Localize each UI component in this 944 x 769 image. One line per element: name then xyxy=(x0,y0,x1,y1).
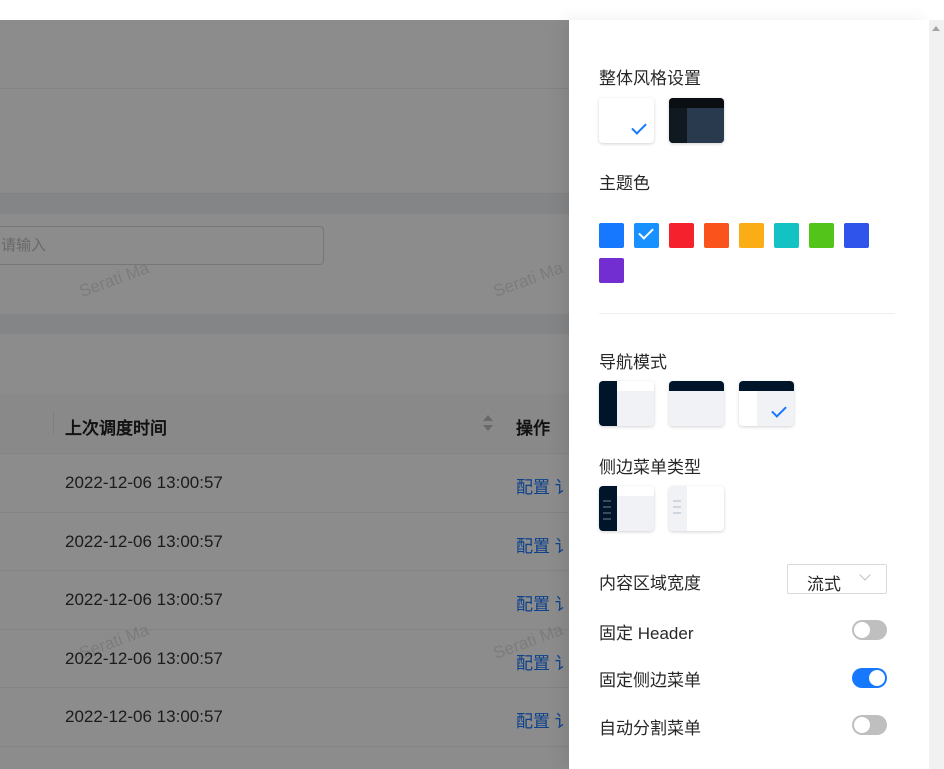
content-width-label: 内容区域宽度 xyxy=(599,574,701,593)
fixed-side-menu-label: 固定侧边菜单 xyxy=(599,671,701,690)
settings-drawer: 整体风格设置 主题色 导航模式 侧边菜单类型 内容区域宽度 流式 固定 Head… xyxy=(569,20,929,769)
content-width-value: 流式 xyxy=(807,575,841,594)
theme-color-swatch[interactable] xyxy=(774,223,799,248)
nav-mode-top-card[interactable] xyxy=(669,381,724,426)
style-dark-card[interactable] xyxy=(669,98,724,143)
check-icon xyxy=(771,402,787,418)
style-light-card[interactable] xyxy=(599,98,654,143)
auto-split-menu-switch[interactable] xyxy=(852,715,887,735)
theme-color-swatch[interactable] xyxy=(844,223,869,248)
vertical-scrollbar[interactable] xyxy=(929,20,944,769)
overall-style-title: 整体风格设置 xyxy=(599,69,701,88)
divider xyxy=(599,313,895,314)
fixed-header-switch[interactable] xyxy=(852,620,887,640)
theme-color-title: 主题色 xyxy=(599,174,650,193)
browser-top-strip xyxy=(0,0,944,20)
check-icon xyxy=(631,119,647,135)
theme-color-swatch[interactable] xyxy=(809,223,834,248)
content-width-select[interactable]: 流式 xyxy=(787,564,887,594)
theme-color-swatch[interactable] xyxy=(599,223,624,248)
drawer-mask[interactable] xyxy=(0,20,569,769)
theme-color-swatch[interactable] xyxy=(599,258,624,283)
nav-mode-title: 导航模式 xyxy=(599,353,667,372)
theme-color-swatch[interactable] xyxy=(669,223,694,248)
theme-color-swatch[interactable] xyxy=(739,223,764,248)
theme-color-swatch-selected[interactable] xyxy=(634,223,659,248)
fixed-side-menu-switch[interactable] xyxy=(852,668,887,688)
nav-mode-mix-card[interactable] xyxy=(739,381,794,426)
fixed-header-label: 固定 Header xyxy=(599,624,694,643)
check-icon xyxy=(638,224,654,240)
auto-split-menu-label: 自动分割菜单 xyxy=(599,719,701,738)
scroll-up-arrow-icon[interactable] xyxy=(932,26,940,31)
nav-mode-side-card[interactable] xyxy=(599,381,654,426)
chevron-down-icon xyxy=(859,569,871,581)
side-menu-type-title: 侧边菜单类型 xyxy=(599,458,701,477)
side-menu-type-group-card[interactable] xyxy=(669,486,724,531)
side-menu-type-sub-card[interactable] xyxy=(599,486,654,531)
theme-color-swatch[interactable] xyxy=(704,223,729,248)
